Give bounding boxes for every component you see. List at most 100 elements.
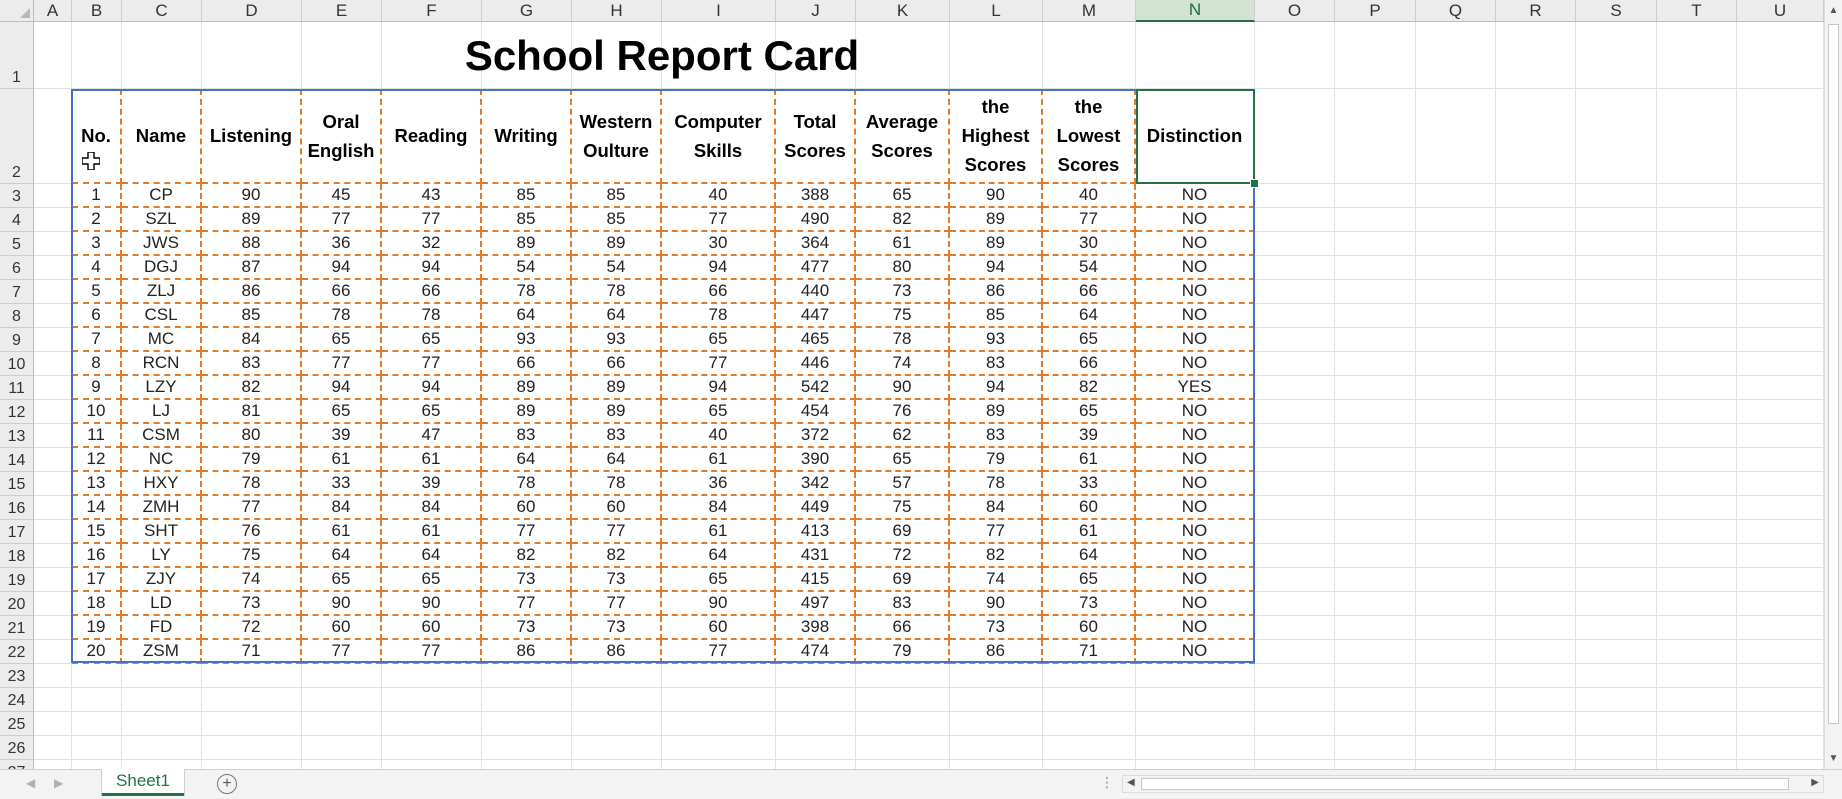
column-header-q[interactable]: Q	[1416, 0, 1496, 22]
table-cell[interactable]: 83	[950, 352, 1043, 376]
table-cell[interactable]: 77	[1043, 208, 1136, 232]
table-cell[interactable]: NO	[1136, 184, 1255, 208]
table-cell[interactable]: 87	[202, 256, 302, 280]
table-cell[interactable]: NO	[1136, 592, 1255, 616]
table-cell[interactable]: 40	[1043, 184, 1136, 208]
table-cell[interactable]: 81	[202, 400, 302, 424]
table-cell[interactable]: NO	[1136, 520, 1255, 544]
column-header-l[interactable]: L	[950, 0, 1043, 22]
table-cell[interactable]: 69	[856, 520, 950, 544]
table-cell[interactable]: NO	[1136, 280, 1255, 304]
table-cell[interactable]: 7	[72, 328, 122, 352]
table-cell[interactable]: 93	[950, 328, 1043, 352]
row-header-20[interactable]: 20	[0, 592, 34, 616]
table-cell[interactable]: 84	[382, 496, 482, 520]
table-cell[interactable]: 84	[662, 496, 776, 520]
table-cell[interactable]: SZL	[122, 208, 202, 232]
table-cell[interactable]: 40	[662, 184, 776, 208]
table-cell[interactable]: 82	[856, 208, 950, 232]
table-cell[interactable]: 65	[662, 328, 776, 352]
table-cell[interactable]: 88	[202, 232, 302, 256]
table-cell[interactable]: 78	[482, 472, 572, 496]
table-cell[interactable]: 454	[776, 400, 856, 424]
table-cell[interactable]: 39	[302, 424, 382, 448]
table-cell[interactable]: 82	[572, 544, 662, 568]
table-cell[interactable]: 77	[302, 640, 382, 664]
table-cell[interactable]: 388	[776, 184, 856, 208]
table-cell[interactable]: 78	[302, 304, 382, 328]
table-cell[interactable]: 85	[482, 208, 572, 232]
report-title[interactable]: School Report Card	[72, 22, 1252, 90]
table-cell[interactable]: 75	[856, 496, 950, 520]
row-header-3[interactable]: 3	[0, 184, 34, 208]
table-cell[interactable]: 77	[662, 208, 776, 232]
table-cell[interactable]: 40	[662, 424, 776, 448]
table-cell[interactable]: NO	[1136, 448, 1255, 472]
table-cell[interactable]: 372	[776, 424, 856, 448]
table-cell[interactable]: 73	[482, 568, 572, 592]
table-cell[interactable]: 86	[202, 280, 302, 304]
row-header-2[interactable]: 2	[0, 89, 34, 184]
table-cell[interactable]: 65	[302, 568, 382, 592]
column-header-f[interactable]: F	[382, 0, 482, 22]
table-cell[interactable]: 431	[776, 544, 856, 568]
table-cell[interactable]: 78	[856, 328, 950, 352]
column-header-r[interactable]: R	[1496, 0, 1576, 22]
table-cell[interactable]: 66	[856, 616, 950, 640]
table-cell[interactable]: 36	[662, 472, 776, 496]
table-cell[interactable]: 465	[776, 328, 856, 352]
row-header-4[interactable]: 4	[0, 208, 34, 232]
table-cell[interactable]: 73	[202, 592, 302, 616]
table-cell[interactable]: 82	[202, 376, 302, 400]
table-cell[interactable]: NO	[1136, 352, 1255, 376]
table-cell[interactable]: 89	[950, 232, 1043, 256]
table-cell[interactable]: 9	[72, 376, 122, 400]
table-cell[interactable]: 61	[302, 448, 382, 472]
table-cell[interactable]: 90	[302, 592, 382, 616]
table-cell[interactable]: 415	[776, 568, 856, 592]
table-cell[interactable]: 83	[202, 352, 302, 376]
table-cell[interactable]: NO	[1136, 544, 1255, 568]
row-header-7[interactable]: 7	[0, 280, 34, 304]
table-cell[interactable]: 390	[776, 448, 856, 472]
column-header-t[interactable]: T	[1657, 0, 1737, 22]
table-cell[interactable]: 5	[72, 280, 122, 304]
table-cell[interactable]: 65	[1043, 328, 1136, 352]
table-cell[interactable]: 94	[382, 256, 482, 280]
table-cell[interactable]: 65	[856, 184, 950, 208]
table-cell[interactable]: NO	[1136, 472, 1255, 496]
table-cell[interactable]: 61	[662, 448, 776, 472]
table-cell[interactable]: 12	[72, 448, 122, 472]
table-cell[interactable]: 33	[1043, 472, 1136, 496]
table-cell[interactable]: CP	[122, 184, 202, 208]
row-header-10[interactable]: 10	[0, 352, 34, 376]
table-cell[interactable]: 84	[950, 496, 1043, 520]
table-cell[interactable]: 4	[72, 256, 122, 280]
table-cell[interactable]: 447	[776, 304, 856, 328]
table-cell[interactable]: 61	[662, 520, 776, 544]
table-cell[interactable]: 8	[72, 352, 122, 376]
table-cell[interactable]: 77	[382, 640, 482, 664]
table-cell[interactable]: LY	[122, 544, 202, 568]
table-cell[interactable]: 79	[856, 640, 950, 664]
column-header-c[interactable]: C	[122, 0, 202, 22]
select-all-corner[interactable]	[0, 0, 34, 22]
row-header-27[interactable]: 27	[0, 760, 34, 769]
table-cell[interactable]: 54	[572, 256, 662, 280]
table-cell[interactable]: 32	[382, 232, 482, 256]
table-cell[interactable]: 77	[482, 520, 572, 544]
table-cell[interactable]: 75	[856, 304, 950, 328]
row-header-1[interactable]: 1	[0, 22, 34, 89]
column-header-b[interactable]: B	[72, 0, 122, 22]
table-cell[interactable]: NO	[1136, 400, 1255, 424]
row-header-19[interactable]: 19	[0, 568, 34, 592]
table-cell[interactable]: 1	[72, 184, 122, 208]
table-cell[interactable]: 77	[662, 640, 776, 664]
table-cell[interactable]: 82	[482, 544, 572, 568]
table-cell[interactable]: 89	[482, 400, 572, 424]
table-cell[interactable]: 18	[72, 592, 122, 616]
table-cell[interactable]: 79	[950, 448, 1043, 472]
scroll-right-icon[interactable]: ▶	[1811, 777, 1819, 788]
horizontal-scrollbar[interactable]: ◀ ▶	[1122, 775, 1824, 793]
table-cell[interactable]: 66	[572, 352, 662, 376]
